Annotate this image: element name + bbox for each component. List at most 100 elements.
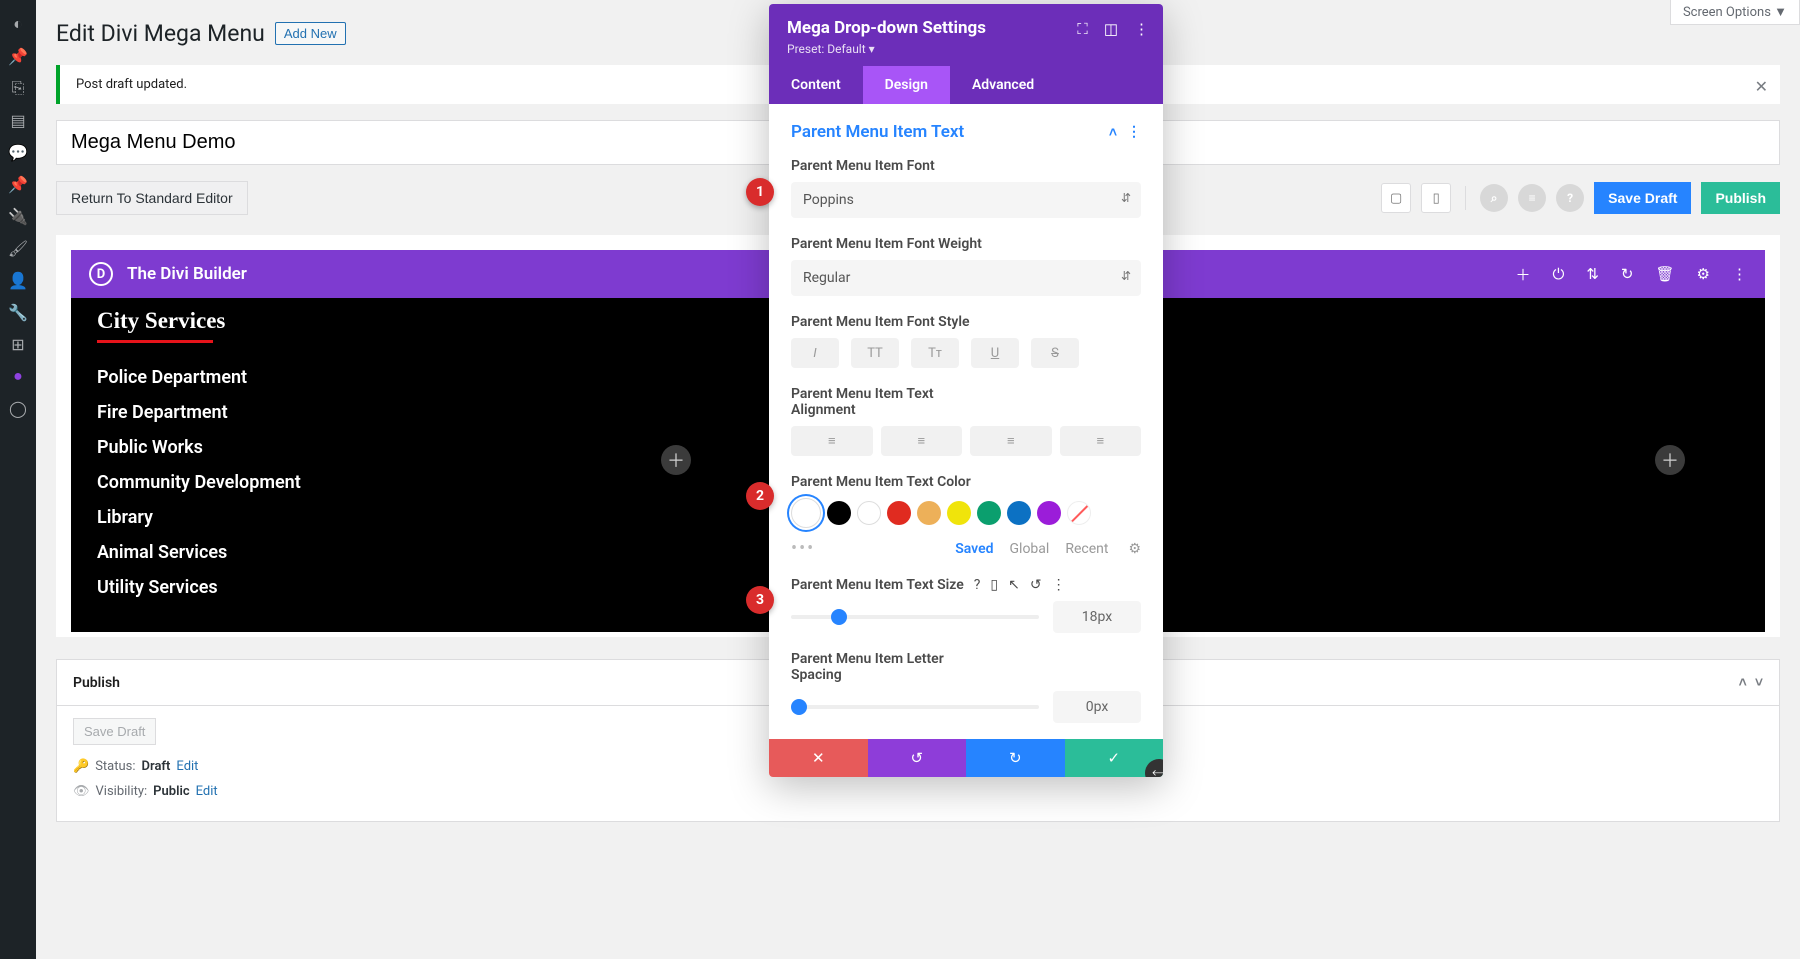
modal-more-icon[interactable]: ⋮ xyxy=(1134,20,1149,38)
help-icon[interactable]: ? xyxy=(1556,184,1584,212)
color-swatch[interactable] xyxy=(791,498,821,528)
screen-options-toggle[interactable]: Screen Options ▼ xyxy=(1670,0,1800,25)
preview-menu-item[interactable]: Police Department xyxy=(97,367,617,388)
tablet-view-icon[interactable]: ▯ xyxy=(1421,183,1451,213)
redo-button[interactable]: ↻ xyxy=(966,739,1065,777)
metabox-up-icon[interactable]: ˄ xyxy=(1739,674,1747,691)
pin2-icon[interactable]: 📌 xyxy=(0,168,36,200)
notice-text: Post draft updated. xyxy=(76,77,187,92)
preset-selector[interactable]: Preset: Default ▾ xyxy=(787,42,1145,56)
align-justify-button[interactable]: ≡ xyxy=(1060,426,1142,456)
more-icon[interactable]: ⋮ xyxy=(1732,265,1747,283)
save-draft-small-button[interactable]: Save Draft xyxy=(73,718,156,745)
uppercase-button[interactable]: TT xyxy=(851,338,899,368)
media-icon[interactable]: ▤ xyxy=(0,104,36,136)
modal-footer: ✕ ↺ ↻ ✓ xyxy=(769,739,1163,777)
publish-button[interactable]: Publish xyxy=(1701,182,1780,214)
color-swatch[interactable] xyxy=(827,501,851,525)
save-draft-button[interactable]: Save Draft xyxy=(1594,182,1691,214)
dashboard-icon[interactable]: ◐ xyxy=(0,8,36,40)
collapse-icon[interactable]: ˄ xyxy=(1109,124,1117,141)
trash-icon[interactable]: 🗑 xyxy=(1656,265,1675,283)
add-new-button[interactable]: Add New xyxy=(275,22,346,45)
add-module-icon[interactable]: ＋ xyxy=(1515,264,1530,285)
gear-icon[interactable]: ⚙ xyxy=(1697,265,1710,283)
preview-menu-item[interactable]: Utility Services xyxy=(97,577,617,598)
color-tab-saved[interactable]: Saved xyxy=(955,541,993,557)
admin-sidebar: ◐ 📌 ⎘ ▤ 💬 📌 🔌 🖌 👤 🔧 ⊞ ● ◯ xyxy=(0,0,36,959)
color-swatch[interactable] xyxy=(1007,501,1031,525)
module-settings-modal: Mega Drop-down Settings Preset: Default … xyxy=(769,4,1163,777)
color-settings-icon[interactable]: ⚙ xyxy=(1128,541,1141,557)
spacing-slider[interactable] xyxy=(791,705,1039,709)
color-swatch[interactable] xyxy=(1037,501,1061,525)
color-swatch[interactable] xyxy=(857,501,881,525)
size-reset-icon[interactable]: ↺ xyxy=(1030,577,1042,593)
eye-icon: 👁 xyxy=(73,784,90,799)
section-title[interactable]: Parent Menu Item Text xyxy=(791,122,964,142)
size-responsive-icon[interactable]: ▯ xyxy=(990,577,998,593)
return-standard-editor-button[interactable]: Return To Standard Editor xyxy=(56,181,248,215)
underline-button[interactable]: U xyxy=(971,338,1019,368)
size-more-icon[interactable]: ⋮ xyxy=(1052,577,1066,593)
cancel-button[interactable]: ✕ xyxy=(769,739,868,777)
size-label: Parent Menu Item Text Size xyxy=(791,577,964,593)
no-color-swatch[interactable] xyxy=(1067,501,1091,525)
users-icon[interactable]: 👤 xyxy=(0,264,36,296)
color-swatch[interactable] xyxy=(887,501,911,525)
font-select[interactable]: Poppins xyxy=(791,182,1141,218)
edit-visibility-link[interactable]: Edit xyxy=(196,784,218,799)
appearance-icon[interactable]: 🖌 xyxy=(0,232,36,264)
divi-outline-icon[interactable]: ◯ xyxy=(0,392,36,424)
power-icon[interactable]: ⏻ xyxy=(1552,265,1564,283)
divi-solid-icon[interactable]: ● xyxy=(0,360,36,392)
color-swatch[interactable] xyxy=(917,501,941,525)
preview-menu-item[interactable]: Fire Department xyxy=(97,402,617,423)
tools-icon[interactable]: 🔧 xyxy=(0,296,36,328)
add-block-button-left[interactable]: ＋ xyxy=(661,445,691,475)
history-icon[interactable]: ↻ xyxy=(1621,265,1634,283)
comments-icon[interactable]: 💬 xyxy=(0,136,36,168)
align-left-button[interactable]: ≡ xyxy=(791,426,873,456)
size-value[interactable]: 18px xyxy=(1053,601,1141,633)
preview-menu-item[interactable]: Public Works xyxy=(97,437,617,458)
snap-icon[interactable]: ◫ xyxy=(1104,20,1118,38)
preview-menu-item[interactable]: Animal Services xyxy=(97,542,617,563)
align-right-button[interactable]: ≡ xyxy=(970,426,1052,456)
size-help-icon[interactable]: ? xyxy=(974,577,981,593)
pin-icon[interactable]: 📌 xyxy=(0,40,36,72)
weight-select[interactable]: Regular xyxy=(791,260,1141,296)
tab-design[interactable]: Design xyxy=(863,66,950,104)
edit-status-link[interactable]: Edit xyxy=(176,759,198,774)
section-more-icon[interactable]: ⋮ xyxy=(1127,124,1141,141)
expand-icon[interactable]: ⛶ xyxy=(1077,20,1088,38)
preview-menu-item[interactable]: Community Development xyxy=(97,472,617,493)
preview-menu-item[interactable]: Library xyxy=(97,507,617,528)
dismiss-notice-icon[interactable]: ✕ xyxy=(1755,77,1768,96)
metabox-down-icon[interactable]: ˅ xyxy=(1755,674,1763,691)
settings-icon[interactable]: ⊞ xyxy=(0,328,36,360)
spacing-value[interactable]: 0px xyxy=(1053,691,1141,723)
search-icon[interactable]: ⌕ xyxy=(1480,184,1508,212)
size-slider[interactable] xyxy=(791,615,1039,619)
posts-icon[interactable]: ⎘ xyxy=(0,72,36,104)
align-center-button[interactable]: ≡ xyxy=(881,426,963,456)
tab-content[interactable]: Content xyxy=(769,66,863,104)
visibility-label: Visibility: xyxy=(96,784,148,799)
color-tab-recent[interactable]: Recent xyxy=(1065,541,1108,557)
strikethrough-button[interactable]: S xyxy=(1031,338,1079,368)
size-hover-icon[interactable]: ↖ xyxy=(1008,577,1020,593)
desktop-view-icon[interactable]: ▢ xyxy=(1381,183,1411,213)
layers-icon[interactable]: ≡ xyxy=(1518,184,1546,212)
tab-advanced[interactable]: Advanced xyxy=(950,66,1056,104)
plugins-icon[interactable]: 🔌 xyxy=(0,200,36,232)
add-block-button-right[interactable]: ＋ xyxy=(1655,445,1685,475)
smallcaps-button[interactable]: Tᴛ xyxy=(911,338,959,368)
swap-icon[interactable]: ⇅ xyxy=(1586,265,1599,283)
italic-button[interactable]: I xyxy=(791,338,839,368)
color-swatch[interactable] xyxy=(947,501,971,525)
color-tab-global[interactable]: Global xyxy=(1010,541,1050,557)
undo-button[interactable]: ↺ xyxy=(868,739,967,777)
color-swatch[interactable] xyxy=(977,501,1001,525)
more-colors-icon[interactable]: ••• xyxy=(791,538,815,559)
